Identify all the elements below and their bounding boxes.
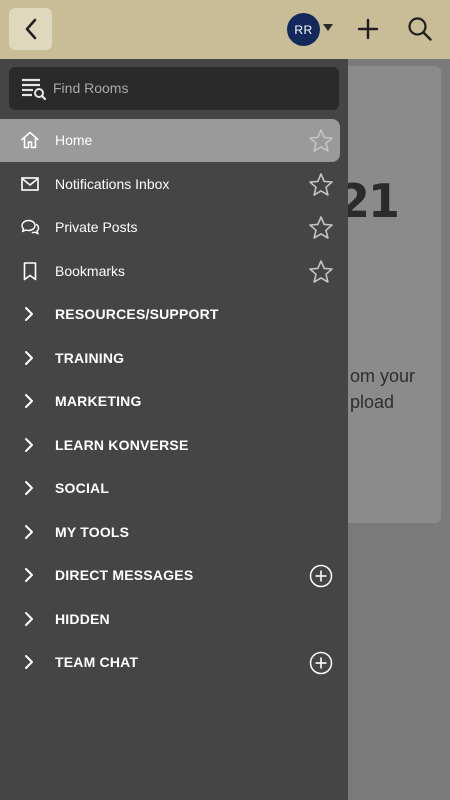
drawer-section-label: LEARN KONVERSE bbox=[55, 437, 189, 453]
chevron-right-icon bbox=[25, 568, 33, 582]
back-icon bbox=[25, 18, 36, 40]
drawer-section-my-tools[interactable]: MY TOOLS bbox=[0, 511, 348, 554]
drawer-section-marketing[interactable]: MARKETING bbox=[0, 380, 348, 423]
drawer-section-label: HIDDEN bbox=[55, 611, 110, 627]
avatar[interactable]: RR bbox=[287, 13, 320, 46]
caret-down-icon[interactable] bbox=[323, 24, 333, 32]
chevron-right-icon bbox=[25, 394, 33, 408]
chevron-right-icon bbox=[25, 438, 33, 452]
drawer-item-label: Home bbox=[55, 132, 93, 148]
back-button[interactable] bbox=[9, 8, 52, 50]
add-circle-icon[interactable] bbox=[309, 651, 333, 675]
drawer-section-hidden[interactable]: HIDDEN bbox=[0, 598, 348, 641]
star-icon[interactable] bbox=[308, 172, 334, 198]
mail-icon bbox=[21, 177, 39, 191]
plus-icon[interactable] bbox=[357, 18, 379, 40]
drawer-section-resources-support[interactable]: RESOURCES/SUPPORT bbox=[0, 293, 348, 336]
drawer-section-social[interactable]: SOCIAL bbox=[0, 467, 348, 510]
chevron-right-icon bbox=[25, 525, 33, 539]
navigation-drawer: Find Rooms Home Notifications Inbox Priv… bbox=[0, 59, 348, 800]
drawer-section-label: MARKETING bbox=[55, 393, 142, 409]
add-circle-icon[interactable] bbox=[309, 564, 333, 588]
drawer-item-notifications-inbox[interactable]: Notifications Inbox bbox=[0, 163, 348, 206]
drawer-section-direct-messages[interactable]: DIRECT MESSAGES bbox=[0, 554, 348, 597]
drawer-section-label: DIRECT MESSAGES bbox=[55, 567, 194, 583]
chat-bubbles-icon bbox=[21, 219, 40, 235]
chevron-right-icon bbox=[25, 612, 33, 626]
chevron-right-icon bbox=[25, 655, 33, 669]
drawer-section-label: MY TOOLS bbox=[55, 524, 130, 540]
home-icon bbox=[21, 131, 39, 149]
list-search-icon bbox=[22, 78, 47, 101]
drawer-section-label: TEAM CHAT bbox=[55, 654, 139, 670]
chevron-right-icon bbox=[25, 481, 33, 495]
drawer-item-label: Bookmarks bbox=[55, 263, 126, 279]
drawer-section-team-chat[interactable]: TEAM CHAT bbox=[0, 641, 348, 684]
drawer-item-label: Notifications Inbox bbox=[55, 176, 170, 192]
search-icon[interactable] bbox=[407, 16, 433, 42]
drawer-section-training[interactable]: TRAINING bbox=[0, 337, 348, 380]
chevron-right-icon bbox=[25, 351, 33, 365]
drawer-section-learn-konverse[interactable]: LEARN KONVERSE bbox=[0, 424, 348, 467]
background-text-line: om your bbox=[350, 366, 416, 386]
star-icon[interactable] bbox=[308, 128, 334, 154]
drawer-section-label: TRAINING bbox=[55, 350, 125, 366]
app-bar: RR bbox=[0, 0, 450, 59]
drawer-section-label: SOCIAL bbox=[55, 480, 110, 496]
drawer-section-label: RESOURCES/SUPPORT bbox=[55, 306, 219, 322]
find-rooms-placeholder: Find Rooms bbox=[53, 80, 129, 96]
drawer-item-private-posts[interactable]: Private Posts bbox=[0, 206, 348, 249]
star-icon[interactable] bbox=[308, 215, 334, 241]
drawer-item-bookmarks[interactable]: Bookmarks bbox=[0, 250, 348, 293]
background-text-line: pload bbox=[350, 392, 395, 412]
bookmark-icon bbox=[23, 262, 37, 281]
drawer-item-home[interactable]: Home bbox=[0, 119, 340, 162]
chevron-right-icon bbox=[25, 307, 33, 321]
star-icon[interactable] bbox=[308, 259, 334, 285]
find-rooms-input[interactable]: Find Rooms bbox=[9, 67, 339, 110]
drawer-item-label: Private Posts bbox=[55, 219, 138, 235]
